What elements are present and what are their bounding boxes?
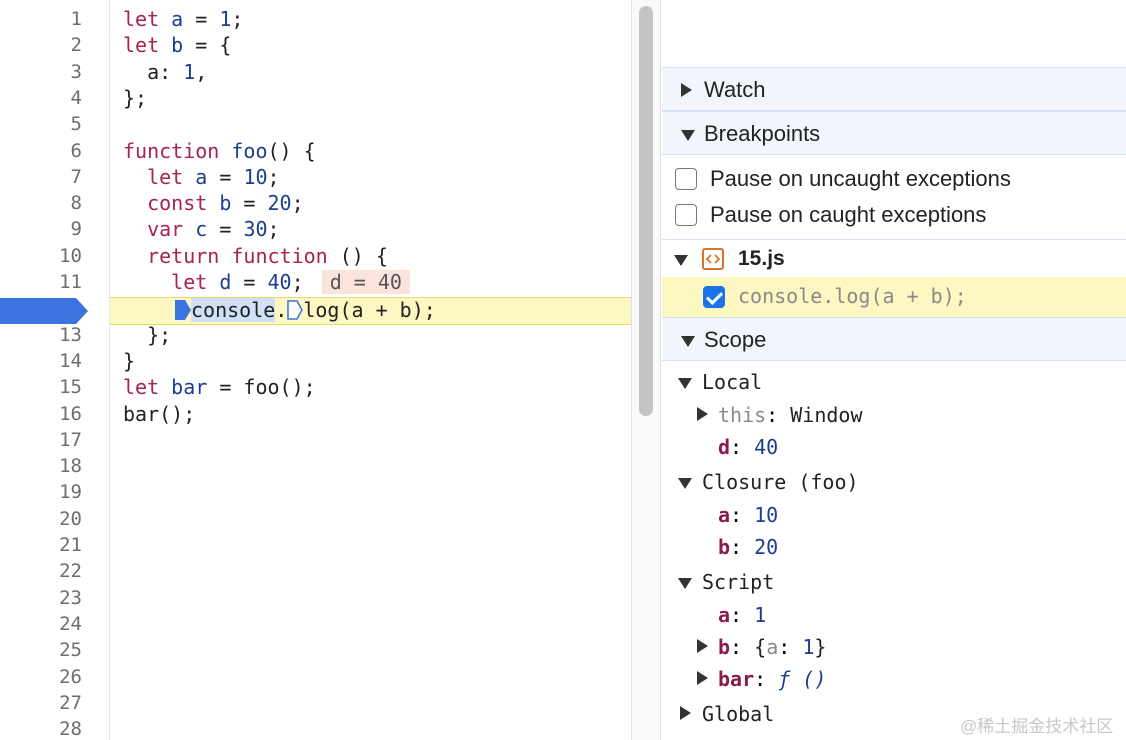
scope-section-header[interactable]: Scope [662,317,1126,361]
code-line-9: var c = 30; [123,217,280,242]
breakpoint-file-name[interactable]: 15.js [738,247,785,271]
code-line-1: let a = 1; [123,7,244,31]
scope-var-b: b: 20 [718,535,779,559]
collapse-arrow-icon[interactable] [674,255,688,266]
divider [662,239,1126,240]
breakpoint-item[interactable]: console.log(a + b); [662,277,1126,317]
breakpoint-enabled-checkbox[interactable] [703,286,725,308]
line-number[interactable]: 27 [0,690,82,716]
scope-var-b[interactable]: b: {a: 1} [718,635,826,659]
line-number[interactable]: 21 [0,532,82,558]
editor-scrollbar[interactable] [631,0,661,740]
expand-arrow-icon[interactable] [697,671,708,685]
line-number[interactable]: 14 [0,348,82,374]
line-number[interactable]: 1 [0,6,82,32]
code-line-14: } [123,348,136,373]
line-number[interactable]: 10 [0,243,82,269]
code-line-12: console. log(a + b); [175,297,436,323]
scope-var-this[interactable]: this: Window [718,403,863,427]
collapse-arrow-icon[interactable] [678,478,692,489]
inline-value-d: d = 40 [321,270,410,294]
code-line-11: let d = 40; d = 40 [123,269,410,295]
scope-var-a: a: 10 [718,503,779,527]
line-number[interactable]: 9 [0,216,82,242]
line-number[interactable]: 3 [0,59,82,85]
expand-arrow-icon[interactable] [697,407,708,421]
line-number[interactable]: 15 [0,374,82,400]
collapse-arrow-icon [681,336,695,347]
scope-var-bar[interactable]: bar: ƒ () [718,667,826,691]
breakpoint-code-snippet: console.log(a + b); [738,284,967,308]
line-number[interactable]: 4 [0,85,82,111]
line-number[interactable]: 20 [0,506,82,532]
script-file-icon [702,248,724,270]
scope-script-label[interactable]: Script [702,570,774,594]
code-line-2: let b = { [123,33,232,58]
line-number[interactable]: 24 [0,611,82,637]
code-line-15: let bar = foo(); [123,375,316,400]
line-number[interactable]: 23 [0,585,82,611]
line-number[interactable]: 7 [0,164,82,190]
collapse-arrow-icon [681,130,695,141]
line-number[interactable]: 28 [0,716,82,740]
line-number[interactable]: 5 [0,111,82,137]
breakpoints-section-header[interactable]: Breakpoints [662,111,1126,155]
code-line-4: }; [123,85,148,110]
code-line-8: const b = 20; [123,191,304,216]
line-number[interactable]: 8 [0,190,82,216]
code-line-16: bar(); [123,401,196,426]
line-number[interactable]: 13 [0,322,82,348]
expand-arrow-icon [681,83,692,97]
pause-caught-checkbox[interactable] [675,204,697,226]
watermark: @稀土掘金技术社区 [960,717,1114,736]
line-number[interactable]: 2 [0,32,82,58]
breakpoint-marker[interactable] [0,298,88,324]
line-number-gutter[interactable]: 1234567891011121314151617181920212223242… [0,0,110,740]
line-number[interactable]: 17 [0,427,82,453]
line-number[interactable]: 6 [0,138,82,164]
line-number[interactable]: 26 [0,664,82,690]
code-line-3: a: 1, [123,59,208,84]
debugger-sidebar: Watch Breakpoints Pause on uncaught exce… [662,0,1126,740]
code-editor[interactable]: 1234567891011121314151617181920212223242… [0,0,631,740]
pause-uncaught-checkbox[interactable] [675,168,697,190]
code-line-10: return function () { [123,243,388,268]
scope-closure-label[interactable]: Closure (foo) [702,470,859,494]
line-number[interactable]: 22 [0,558,82,584]
line-number[interactable]: 25 [0,637,82,663]
line-number[interactable]: 18 [0,453,82,479]
scope-local-label[interactable]: Local [702,370,762,394]
scope-var-a: a: 1 [718,603,767,627]
scope-var-d: d: 40 [718,435,779,459]
scope-global-label[interactable]: Global [702,702,774,726]
collapse-arrow-icon[interactable] [678,378,692,389]
scrollbar-thumb[interactable] [639,6,653,416]
line-number[interactable]: 11 [0,269,82,295]
line-number[interactable]: 19 [0,479,82,505]
expand-arrow-icon[interactable] [680,706,691,720]
expand-arrow-icon[interactable] [697,639,708,653]
code-line-6: function foo() { [123,138,316,163]
watch-section-header[interactable]: Watch [662,67,1126,111]
step-into-marker-icon[interactable] [287,300,304,321]
code-line-13: }; [123,322,172,347]
pause-caught-label[interactable]: Pause on caught exceptions [710,202,986,228]
collapse-arrow-icon[interactable] [678,578,692,589]
code-line-7: let a = 10; [123,164,280,189]
step-into-marker-icon[interactable] [175,300,191,321]
pause-uncaught-label[interactable]: Pause on uncaught exceptions [710,166,1011,192]
line-number[interactable]: 16 [0,401,82,427]
